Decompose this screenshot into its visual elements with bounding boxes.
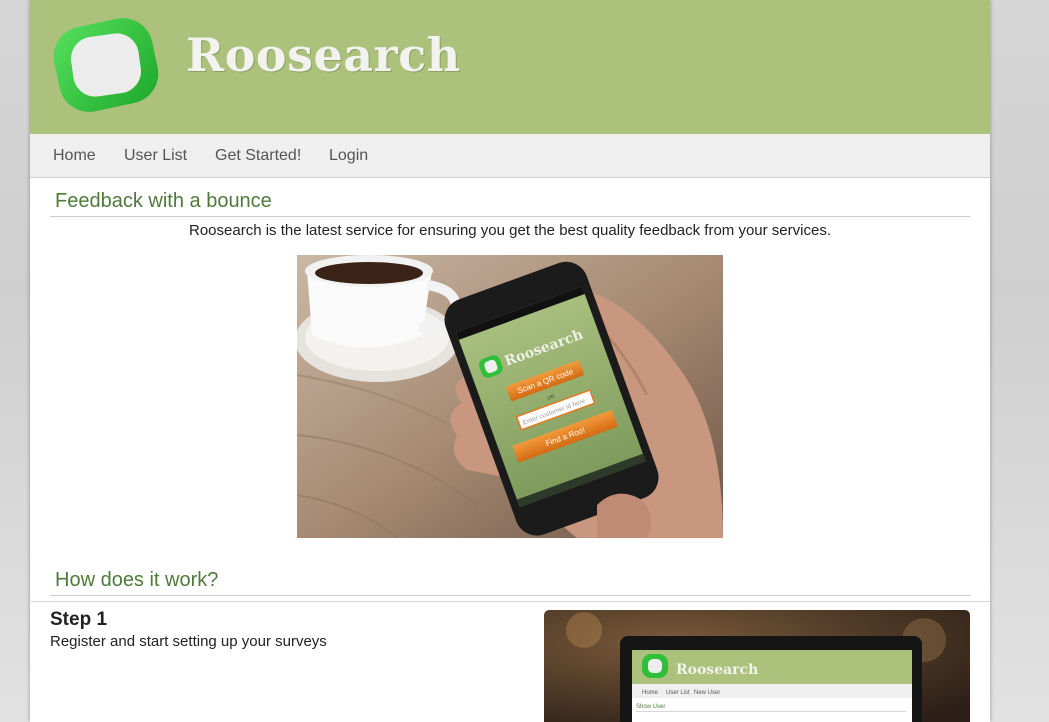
intro-text: Roosearch is the latest service for ensu… [189,222,831,239]
logo-icon[interactable] [50,16,162,114]
nav-user-list[interactable]: User List [124,147,187,165]
laptop-nav-user-list: User List [666,690,690,696]
laptop-subheading: Show User [636,704,665,710]
section-heading: How does it work? [55,569,219,591]
laptop-nav-new-user: New User [694,690,720,696]
step-description: Register and start setting up your surve… [50,633,327,650]
step-title: Step 1 [50,609,108,630]
hero-image: Roosearch Scan a QR code OR Enter custom… [297,255,723,538]
brand-name[interactable]: Roosearch [186,28,461,82]
step-image: Roosearch Home User List New User Show U… [544,610,970,722]
main-nav: Home User List Get Started! Login [30,134,990,178]
site-header: Roosearch [30,0,990,134]
laptop-nav-home: Home [642,690,659,696]
laptop-app-name: Roosearch [676,662,758,678]
section-heading: Feedback with a bounce [55,190,272,212]
nav-home[interactable]: Home [53,147,96,165]
nav-get-started[interactable]: Get Started! [215,147,301,165]
nav-login[interactable]: Login [329,147,368,165]
page: Roosearch Home User List Get Started! Lo… [30,0,990,722]
section-title-feedback: Feedback with a bounce [50,190,970,217]
section-title-how: How does it work? [50,569,970,596]
divider [30,601,990,602]
